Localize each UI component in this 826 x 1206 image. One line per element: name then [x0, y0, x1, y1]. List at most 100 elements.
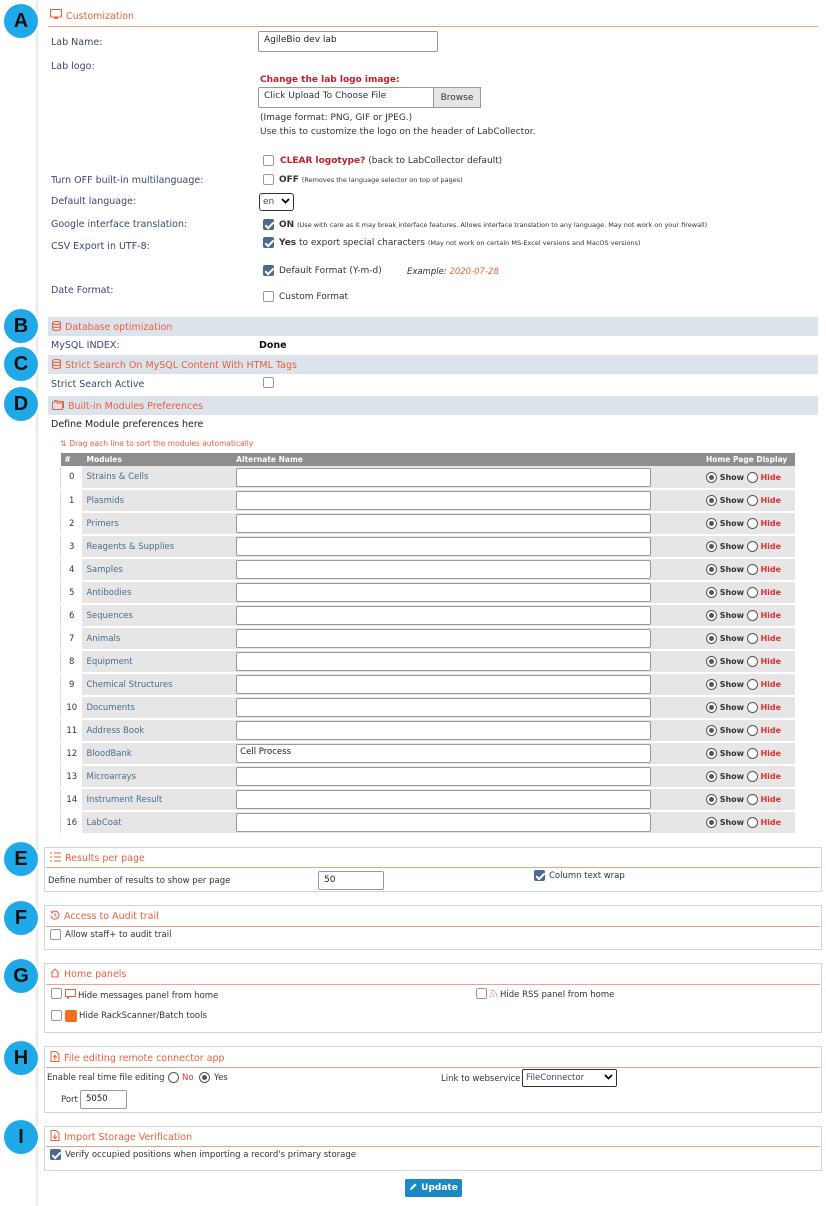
date-default-label: Default Format (Y-m-d)	[279, 266, 382, 276]
hide-radio[interactable]	[746, 817, 758, 828]
module-row[interactable]: 10 Documents Show Hide	[60, 696, 795, 720]
date-example-label: Example:	[407, 267, 447, 277]
webservice-select[interactable]: FileConnector	[522, 1069, 617, 1087]
google-checkbox[interactable]	[263, 219, 274, 230]
modules-define-label: Define Module preferences here	[51, 419, 204, 430]
home-panels-header: Home panels	[50, 968, 126, 981]
module-row[interactable]: 5 Antibodies Show Hide	[60, 581, 795, 605]
module-row[interactable]: 0 Strains & Cells Show Hide	[60, 466, 795, 490]
alternate-name-input[interactable]	[236, 606, 652, 625]
multilang-checkbox[interactable]	[263, 174, 274, 185]
hide-radio[interactable]	[746, 495, 758, 506]
strict-search-checkbox[interactable]	[263, 377, 274, 388]
module-row[interactable]: 2 Primers Show Hide	[60, 512, 795, 536]
hide-rack-text: Hide RackScanner/Batch tools	[79, 1011, 207, 1021]
module-row[interactable]: 13 Microarrays Show Hide	[60, 765, 795, 789]
module-row[interactable]: 16 LabCoat Show Hide	[60, 811, 795, 835]
module-row[interactable]: 4 Samples Show Hide	[60, 558, 795, 582]
alternate-name-input[interactable]	[236, 721, 652, 740]
module-row[interactable]: 1 Plasmids Show Hide	[60, 489, 795, 513]
alternate-name-input[interactable]	[236, 675, 652, 694]
module-row[interactable]: 14 Instrument Result Show Hide	[60, 788, 795, 812]
hide-radio[interactable]	[746, 794, 758, 805]
file-input[interactable]: Click Upload To Choose File	[258, 87, 434, 108]
alternate-name-input[interactable]	[236, 467, 652, 487]
alternate-name-input[interactable]	[236, 652, 652, 671]
module-num: 0	[60, 466, 83, 490]
alternate-name-input[interactable]	[236, 514, 652, 533]
alternate-name-input[interactable]	[236, 583, 652, 602]
default-lang-select[interactable]: en	[259, 193, 294, 211]
show-radio[interactable]	[706, 518, 718, 529]
alternate-name-input[interactable]	[236, 629, 652, 648]
hide-radio[interactable]	[746, 564, 758, 575]
hide-radio[interactable]	[746, 725, 758, 736]
hide-radio[interactable]	[746, 702, 758, 713]
hide-rack-checkbox[interactable]	[51, 1010, 62, 1021]
hide-rss-checkbox[interactable]	[476, 988, 487, 999]
module-display-cell: Show Hide	[702, 673, 795, 697]
module-row[interactable]: 8 Equipment Show Hide	[60, 650, 795, 674]
import-verify-checkbox[interactable]	[50, 1149, 61, 1160]
module-name: BloodBank	[82, 742, 233, 766]
hide-radio[interactable]	[746, 656, 758, 667]
show-radio[interactable]	[706, 587, 718, 598]
browse-button[interactable]: Browse	[433, 87, 481, 108]
alternate-name-input[interactable]	[236, 491, 652, 510]
show-radio[interactable]	[706, 495, 718, 506]
date-custom-checkbox[interactable]	[263, 291, 274, 302]
show-radio[interactable]	[706, 541, 718, 552]
alternate-name-input[interactable]	[236, 767, 652, 786]
date-default-checkbox[interactable]	[263, 265, 274, 276]
module-row[interactable]: 9 Chemical Structures Show Hide	[60, 673, 795, 697]
file-upload-icon	[50, 1051, 60, 1065]
show-radio[interactable]	[706, 817, 718, 828]
show-radio[interactable]	[706, 471, 718, 483]
show-radio[interactable]	[706, 564, 718, 575]
results-header: Results per page	[50, 852, 145, 865]
hide-radio[interactable]	[746, 471, 758, 483]
alternate-name-input[interactable]: Cell Process	[236, 744, 652, 763]
show-radio[interactable]	[706, 656, 718, 667]
show-radio[interactable]	[706, 748, 718, 759]
col-alt-name: Alternate Name	[232, 453, 703, 466]
hide-radio[interactable]	[746, 748, 758, 759]
update-button[interactable]: Update	[405, 1179, 462, 1197]
show-radio[interactable]	[706, 794, 718, 805]
alternate-name-input[interactable]	[236, 698, 652, 717]
column-wrap-checkbox[interactable]	[534, 870, 545, 881]
hide-radio[interactable]	[746, 518, 758, 529]
module-row[interactable]: 6 Sequences Show Hide	[60, 604, 795, 628]
module-row[interactable]: 3 Reagents & Supplies Show Hide	[60, 535, 795, 559]
show-radio[interactable]	[706, 633, 718, 644]
show-radio[interactable]	[706, 679, 718, 690]
show-radio[interactable]	[706, 771, 718, 782]
clear-logo-checkbox[interactable]	[263, 155, 274, 166]
hide-radio[interactable]	[746, 679, 758, 690]
csv-checkbox[interactable]	[263, 237, 274, 248]
hide-radio[interactable]	[746, 610, 758, 621]
module-name: Equipment	[82, 650, 233, 674]
alternate-name-input[interactable]	[236, 790, 652, 809]
hide-radio[interactable]	[746, 587, 758, 598]
audit-checkbox[interactable]	[50, 929, 61, 940]
port-input[interactable]: 5050	[80, 1090, 127, 1109]
module-row[interactable]: 11 Address Book Show Hide	[60, 719, 795, 743]
show-radio[interactable]	[706, 725, 718, 736]
hide-radio[interactable]	[746, 633, 758, 644]
hide-messages-checkbox[interactable]	[51, 988, 62, 999]
show-radio[interactable]	[706, 702, 718, 713]
alternate-name-input[interactable]	[236, 537, 652, 556]
editing-no-radio[interactable]	[168, 1072, 179, 1083]
module-row[interactable]: 12 BloodBank Cell Process Show Hide	[60, 742, 795, 766]
lab-name-input[interactable]: AgileBio dev lab	[258, 31, 438, 52]
alternate-name-input[interactable]	[236, 560, 652, 579]
hide-radio[interactable]	[746, 541, 758, 552]
hide-radio[interactable]	[746, 771, 758, 782]
show-radio[interactable]	[706, 610, 718, 621]
results-input[interactable]: 50	[318, 871, 384, 890]
module-row[interactable]: 7 Animals Show Hide	[60, 627, 795, 651]
change-logo-label: Change the lab logo image:	[260, 75, 400, 85]
editing-yes-radio[interactable]	[199, 1072, 210, 1083]
alternate-name-input[interactable]	[236, 813, 652, 832]
